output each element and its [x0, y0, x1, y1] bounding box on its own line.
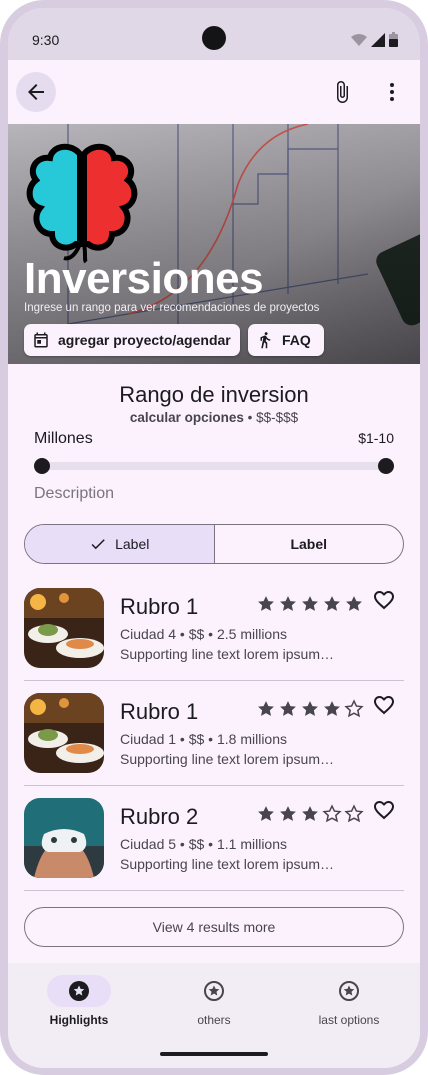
device-frame: 9:30 Inversiones Ingrese un rango para v…	[0, 0, 428, 1075]
star-filled-icon	[280, 596, 296, 611]
signal-icon	[371, 32, 385, 47]
item-title: Rubro 2	[120, 804, 199, 829]
rating-stars	[256, 699, 364, 719]
divider	[24, 890, 404, 891]
restaurant-thumbnail	[24, 693, 104, 773]
brain-logo	[26, 143, 138, 264]
star-outline-icon	[322, 804, 342, 823]
faq-chip-label: FAQ	[282, 332, 311, 348]
range-subtitle: calcular opciones • $$-$$$	[8, 410, 420, 425]
nav-item-highlights[interactable]: Highlights	[19, 975, 139, 1027]
more-options-button[interactable]	[372, 72, 412, 112]
star-outline-icon	[344, 699, 364, 718]
walking-person-icon	[256, 331, 274, 349]
slider-value: $1-10	[358, 430, 394, 446]
camera-cutout	[202, 26, 226, 50]
segment-right-label: Label	[290, 536, 328, 552]
status-time: 9:30	[32, 32, 60, 48]
star-filled-icon	[324, 701, 340, 716]
range-subtitle-price: • $$-$$$	[243, 410, 299, 425]
nav-indicator	[317, 975, 381, 1007]
segment-left-label: Label	[115, 536, 150, 552]
star-filled-icon	[280, 806, 296, 821]
range-title: Rango de inversion	[119, 382, 309, 407]
view-more-results-button[interactable]: View 4 results more	[24, 907, 404, 947]
star-circle-outline-icon	[204, 981, 224, 1001]
screen: 9:30 Inversiones Ingrese un rango para v…	[8, 8, 420, 1068]
home-indicator[interactable]	[160, 1052, 268, 1056]
segment-right[interactable]: Label	[215, 525, 404, 563]
add-project-chip[interactable]: agregar proyecto/agendar	[24, 324, 240, 356]
star-filled-icon	[280, 701, 296, 716]
item-title: Rubro 1	[120, 594, 199, 619]
back-button[interactable]	[16, 72, 56, 112]
star-filled-icon	[324, 596, 340, 611]
attach-button[interactable]	[322, 72, 362, 112]
range-subtitle-bold: calcular opciones	[129, 410, 244, 425]
wifi-icon	[351, 33, 367, 46]
star-filled-icon	[302, 596, 318, 611]
rating-stars	[256, 594, 364, 614]
more-vert-icon	[390, 83, 394, 101]
paperclip-icon	[337, 81, 348, 103]
star-circle-icon	[69, 981, 89, 1001]
segmented-button: Label Label	[24, 524, 404, 564]
add-project-chip-label: agregar proyecto/agendar	[58, 332, 231, 348]
item-meta: Ciudad 5 • $$ • 1.1 millions	[120, 836, 288, 852]
hero-banner: Inversiones Ingrese un rango para ver re…	[8, 124, 420, 364]
top-app-bar	[8, 60, 420, 124]
item-meta: Ciudad 1 • $$ • 1.8 millions	[120, 731, 288, 747]
check-icon	[91, 539, 105, 550]
calendar-icon	[32, 331, 50, 349]
restaurant-thumbnail	[24, 588, 104, 668]
star-circle-outline-icon	[339, 981, 359, 1001]
star-filled-icon	[258, 806, 274, 821]
list-item[interactable]: Rubro 2 Ciudad 5 • $$ • 1.1 millions Sup…	[8, 786, 420, 890]
status-bar: 9:30	[8, 8, 420, 60]
star-outline-icon	[344, 804, 364, 823]
nav-indicator	[47, 975, 111, 1007]
favorite-icon[interactable]	[372, 693, 396, 717]
item-title: Rubro 1	[120, 699, 199, 724]
star-filled-icon	[302, 806, 318, 821]
nav-item-others[interactable]: others	[154, 975, 274, 1027]
arrow-back-icon	[28, 84, 44, 100]
gamepad-thumbnail	[24, 798, 104, 878]
segment-left[interactable]: Label	[25, 525, 215, 563]
favorite-icon[interactable]	[372, 588, 396, 612]
faq-chip[interactable]: FAQ	[248, 324, 324, 356]
rating-stars	[256, 804, 364, 824]
nav-label-last-options: last options	[318, 1013, 380, 1027]
range-slider-min-thumb[interactable]	[34, 458, 50, 474]
range-slider-max-thumb[interactable]	[378, 458, 394, 474]
range-slider-track[interactable]	[42, 462, 386, 470]
nav-label-others: others	[197, 1013, 231, 1027]
battery-icon	[389, 32, 398, 47]
star-filled-icon	[346, 596, 362, 611]
star-filled-icon	[302, 701, 318, 716]
item-meta: Ciudad 4 • $$ • 2.5 millions	[120, 626, 288, 642]
status-icons	[351, 32, 398, 47]
nav-indicator	[182, 975, 246, 1007]
list-item[interactable]: Rubro 1 Ciudad 1 • $$ • 1.8 millions Sup…	[8, 681, 420, 785]
star-filled-icon	[258, 701, 274, 716]
list-item[interactable]: Rubro 1 Ciudad 4 • $$ • 2.5 millions Sup…	[8, 576, 420, 680]
nav-label-highlights: Highlights	[49, 1013, 109, 1027]
slider-description: Description	[34, 485, 115, 502]
slider-label: Millones	[34, 430, 93, 447]
favorite-icon[interactable]	[372, 798, 396, 822]
item-supporting-text: Supporting line text lorem ipsum…	[120, 646, 334, 662]
star-filled-icon	[258, 596, 274, 611]
hero-title: Inversiones	[24, 254, 264, 303]
nav-item-last-options[interactable]: last options	[289, 975, 409, 1027]
hero-subtitle: Ingrese un rango para ver recomendacione…	[24, 302, 320, 314]
item-supporting-text: Supporting line text lorem ipsum…	[120, 751, 334, 767]
item-supporting-text: Supporting line text lorem ipsum…	[120, 856, 334, 872]
